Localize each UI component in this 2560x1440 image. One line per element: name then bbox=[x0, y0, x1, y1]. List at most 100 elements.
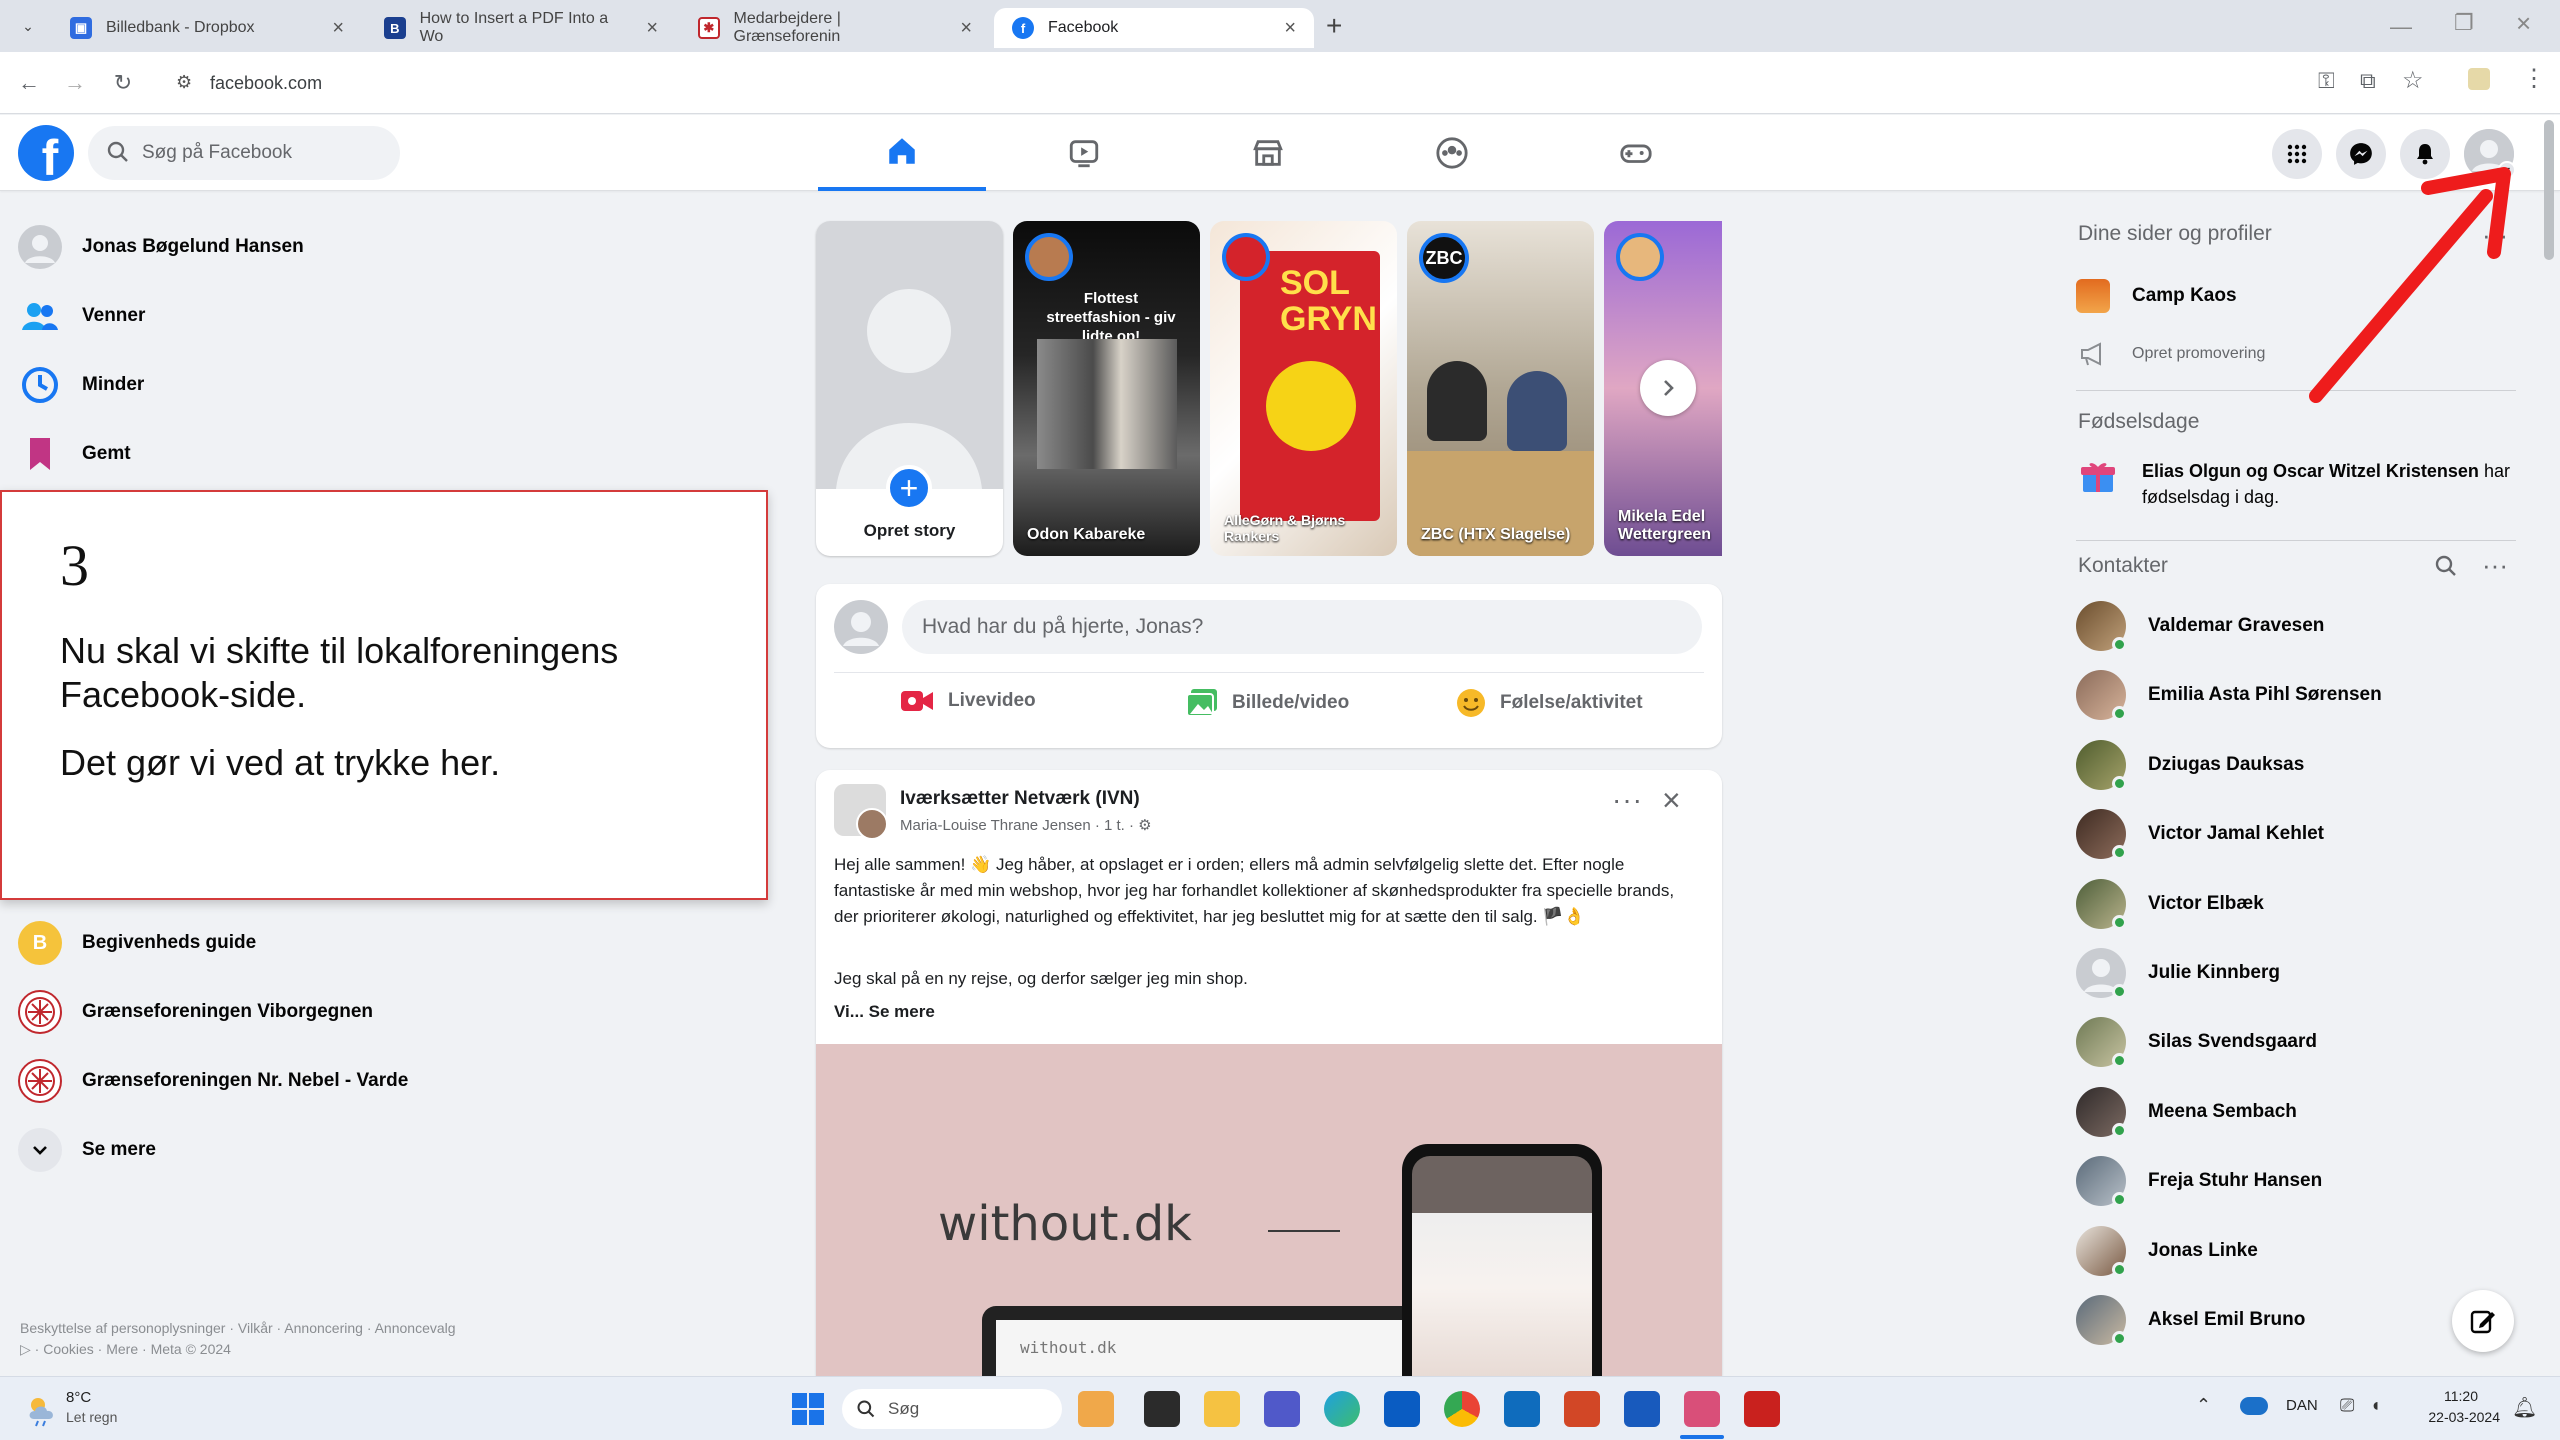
sidebar-item-friends[interactable]: Venner bbox=[18, 285, 145, 347]
post-author-meta[interactable]: Maria-Louise Thrane Jensen · 1 t. · ⚙ bbox=[900, 816, 1152, 834]
teams-icon[interactable] bbox=[1264, 1391, 1300, 1427]
word-icon[interactable] bbox=[1624, 1391, 1660, 1427]
contact-item[interactable]: Aksel Emil Bruno bbox=[2076, 1292, 2305, 1348]
page-item-camp-kaos[interactable]: Camp Kaos bbox=[2076, 268, 2237, 324]
nav-marketplace-tab[interactable] bbox=[1184, 115, 1352, 191]
nav-home-tab[interactable] bbox=[818, 115, 986, 191]
create-promotion-button[interactable]: Opret promovering bbox=[2076, 326, 2265, 382]
nav-video-tab[interactable] bbox=[1000, 115, 1168, 191]
live-video-button[interactable]: Livevideo bbox=[900, 688, 1036, 714]
back-arrow-icon[interactable]: ← bbox=[12, 66, 46, 100]
contacts-search-icon[interactable] bbox=[2434, 554, 2458, 578]
reload-icon[interactable]: ↻ bbox=[106, 66, 140, 100]
input-language[interactable]: DAN bbox=[2286, 1397, 2318, 1414]
contact-item[interactable]: Jonas Linke bbox=[2076, 1223, 2258, 1279]
task-view-icon[interactable] bbox=[1144, 1391, 1180, 1427]
restore-button[interactable]: ❐ bbox=[2454, 10, 2474, 36]
tab-dropbox[interactable]: ▣ Billedbank - Dropbox × bbox=[52, 8, 362, 48]
contact-item[interactable]: Victor Jamal Kehlet bbox=[2076, 806, 2324, 862]
extension-icon[interactable] bbox=[2468, 68, 2490, 90]
sidebar-shortcut-viborgegnen[interactable]: Grænseforeningen Viborgegnen bbox=[18, 981, 373, 1043]
composer-input[interactable]: Hvad har du på hjerte, Jonas? bbox=[902, 600, 1702, 654]
windows-start-icon[interactable] bbox=[790, 1391, 826, 1427]
close-icon[interactable]: × bbox=[646, 17, 658, 40]
site-settings-icon[interactable]: ⚙ bbox=[176, 72, 192, 93]
powerpoint-icon[interactable] bbox=[1564, 1391, 1600, 1427]
contact-item[interactable]: Dziugas Dauksas bbox=[2076, 737, 2304, 793]
acrobat-icon[interactable] bbox=[1744, 1391, 1780, 1427]
friends-icon bbox=[18, 294, 62, 338]
sidebar-item-saved[interactable]: Gemt bbox=[18, 423, 131, 485]
sidebar-see-more[interactable]: Se mere bbox=[18, 1119, 156, 1181]
outlook-icon[interactable] bbox=[1504, 1391, 1540, 1427]
contact-item[interactable]: Victor Elbæk bbox=[2076, 876, 2264, 932]
tab-label: Facebook bbox=[1048, 19, 1119, 36]
bookmark-star-icon[interactable]: ☆ bbox=[2402, 66, 2424, 95]
group-avatar[interactable] bbox=[834, 784, 888, 840]
window-close-button[interactable]: × bbox=[2516, 8, 2531, 39]
store-icon[interactable] bbox=[1384, 1391, 1420, 1427]
new-message-button[interactable] bbox=[2452, 1290, 2514, 1352]
forward-arrow-icon[interactable]: → bbox=[58, 66, 92, 100]
password-key-icon[interactable]: ⚿ bbox=[2318, 68, 2335, 94]
story-card[interactable]: ZBC ZBC (HTX Slagelse) bbox=[1407, 221, 1594, 556]
chrome-icon[interactable] bbox=[1444, 1391, 1480, 1427]
contact-item[interactable]: Freja Stuhr Hansen bbox=[2076, 1153, 2322, 1209]
tab-facebook[interactable]: f Facebook × bbox=[994, 8, 1314, 48]
footer-links[interactable]: Beskyttelse af personoplysninger · Vilkå… bbox=[20, 1318, 460, 1360]
search-icon bbox=[857, 1400, 875, 1418]
contact-item[interactable]: Valdemar Gravesen bbox=[2076, 598, 2324, 654]
close-icon[interactable]: × bbox=[332, 17, 344, 40]
contact-item[interactable]: Julie Kinnberg bbox=[2076, 945, 2280, 1001]
page-scrollbar[interactable] bbox=[2544, 120, 2554, 260]
close-icon[interactable]: × bbox=[960, 17, 972, 40]
feeling-activity-button[interactable]: Følelse/aktivitet bbox=[1456, 688, 1643, 718]
contact-item[interactable]: Meena Sembach bbox=[2076, 1084, 2297, 1140]
taskbar-search[interactable]: Søg bbox=[842, 1389, 1062, 1429]
install-app-icon[interactable]: ⧉ bbox=[2360, 68, 2376, 94]
facebook-logo[interactable]: f bbox=[18, 125, 74, 181]
sidebar-shortcut-events-guide[interactable]: B Begivenheds guide bbox=[18, 912, 256, 974]
new-tab-button[interactable]: + bbox=[1326, 10, 1342, 42]
notification-bell-icon[interactable]: 🔔︎ bbox=[2512, 1395, 2537, 1420]
taskbar-app-icon[interactable] bbox=[1078, 1391, 1114, 1427]
see-more-link[interactable]: Vi... Se mere bbox=[834, 1002, 935, 1022]
contact-item[interactable]: Silas Svendsgaard bbox=[2076, 1014, 2317, 1070]
contact-item[interactable]: Emilia Asta Pihl Sørensen bbox=[2076, 667, 2382, 723]
file-explorer-icon[interactable] bbox=[1204, 1391, 1240, 1427]
post-options-icon[interactable]: ··· bbox=[1612, 784, 1643, 816]
close-icon[interactable]: × bbox=[1662, 782, 1681, 819]
weather-icon[interactable] bbox=[24, 1391, 60, 1427]
volume-icon[interactable]: ◖ bbox=[2370, 1395, 2381, 1416]
graenseforeningen-logo-icon bbox=[18, 1059, 62, 1103]
clock-time[interactable]: 11:20 bbox=[2418, 1388, 2478, 1404]
nav-gaming-tab[interactable] bbox=[1552, 115, 1720, 191]
network-icon[interactable]: ⎚ bbox=[2340, 1395, 2354, 1416]
chevron-up-icon[interactable]: ⌃ bbox=[2196, 1395, 2211, 1416]
tab-search-chevron-icon[interactable]: ⌄ bbox=[14, 14, 42, 38]
browser-menu-icon[interactable]: ⋮ bbox=[2522, 64, 2546, 93]
tab-wordpress[interactable]: B How to Insert a PDF Into a Wo × bbox=[366, 8, 676, 48]
stories-next-button[interactable] bbox=[1640, 360, 1696, 416]
contacts-options-icon[interactable]: ··· bbox=[2482, 550, 2508, 581]
story-card[interactable]: Flottest streetfashion - giv lidte op! O… bbox=[1013, 221, 1200, 556]
photo-video-button[interactable]: Billede/video bbox=[1186, 688, 1349, 718]
story-card[interactable]: SOL GRYN AlleGørn & Bjørns Rankers bbox=[1210, 221, 1397, 556]
sidebar-item-memories[interactable]: Minder bbox=[18, 354, 144, 416]
edge-icon[interactable] bbox=[1324, 1391, 1360, 1427]
post-group-name[interactable]: Iværksætter Netværk (IVN) bbox=[900, 788, 1140, 810]
nav-groups-tab[interactable] bbox=[1368, 115, 1536, 191]
birthday-text[interactable]: Elias Olgun og Oscar Witzel Kristensen h… bbox=[2142, 458, 2512, 510]
close-icon[interactable]: × bbox=[1284, 17, 1296, 40]
create-story-card[interactable]: + Opret story bbox=[816, 221, 1003, 556]
onedrive-icon[interactable] bbox=[2240, 1397, 2268, 1415]
post-image[interactable]: without.dk without.dk bbox=[816, 1044, 1722, 1376]
tab-graenseforeningen[interactable]: ✱ Medarbejdere | Grænseforenin × bbox=[680, 8, 990, 48]
sidebar-item-profile[interactable]: Jonas Bøgelund Hansen bbox=[18, 216, 304, 278]
sidebar-shortcut-nr-nebel-varde[interactable]: Grænseforeningen Nr. Nebel - Varde bbox=[18, 1050, 408, 1112]
minimize-button[interactable]: — bbox=[2390, 14, 2412, 40]
facebook-search-input[interactable]: Søg på Facebook bbox=[88, 126, 400, 180]
clock-date[interactable]: 22-03-2024 bbox=[2408, 1409, 2500, 1425]
snipping-tool-icon[interactable] bbox=[1684, 1391, 1720, 1427]
address-bar[interactable]: ⚙ facebook.com bbox=[160, 62, 2280, 104]
